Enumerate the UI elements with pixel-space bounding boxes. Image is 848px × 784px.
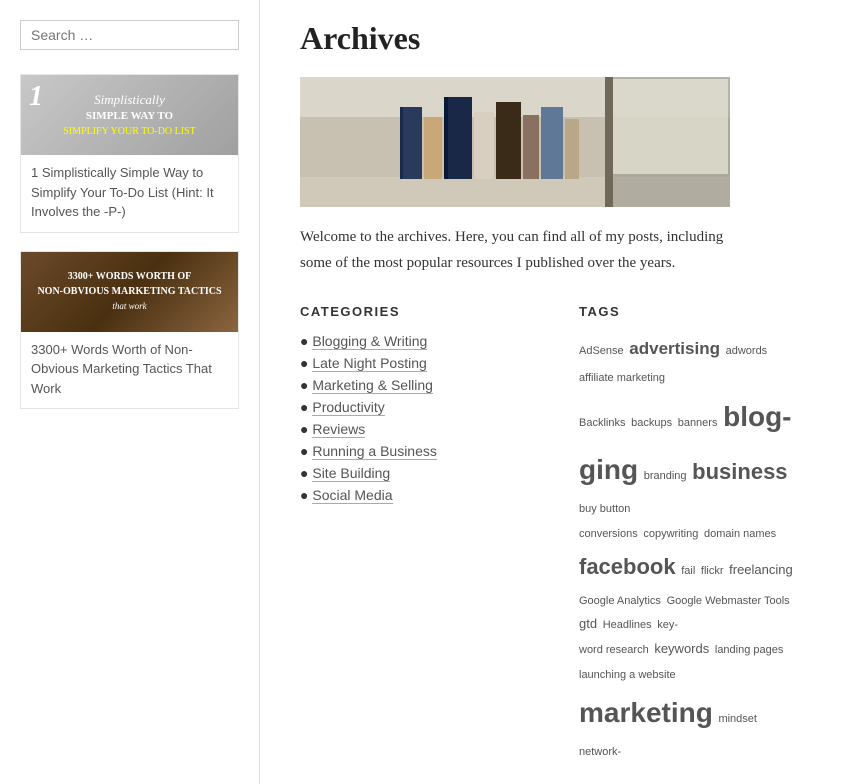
categories-heading: CATEGORIES bbox=[300, 304, 529, 319]
tag-branding[interactable]: branding bbox=[644, 470, 687, 482]
tag-banners[interactable]: banners bbox=[678, 417, 718, 429]
tag-launching[interactable]: launching a website bbox=[579, 669, 676, 681]
tag-business[interactable]: business bbox=[692, 459, 787, 484]
welcome-text: Welcome to the archives. Here, you can f… bbox=[300, 225, 730, 276]
tag-freelancing[interactable]: freelancing bbox=[729, 562, 793, 577]
post-card-2: 3300+ WORDS WORTH OF NON-OBVIOUS MARKETI… bbox=[20, 251, 239, 410]
list-item: Social Media bbox=[300, 487, 529, 503]
two-column-layout: CATEGORIES Blogging & Writing Late Night… bbox=[300, 304, 808, 764]
hero-books bbox=[300, 77, 730, 207]
list-item: Reviews bbox=[300, 421, 529, 437]
tag-mindset[interactable]: mindset bbox=[718, 713, 757, 725]
list-item: Marketing & Selling bbox=[300, 377, 529, 393]
category-link[interactable]: Late Night Posting bbox=[312, 355, 426, 372]
list-item: Blogging & Writing bbox=[300, 333, 529, 349]
tags-heading: TAGS bbox=[579, 304, 808, 319]
category-link[interactable]: Marketing & Selling bbox=[312, 377, 433, 394]
tag-backups[interactable]: backups bbox=[631, 417, 672, 429]
tag-marketing[interactable]: marketing bbox=[579, 697, 713, 728]
tag-copywriting[interactable]: copywriting bbox=[643, 528, 698, 540]
list-item: Running a Business bbox=[300, 443, 529, 459]
tag-gtd[interactable]: gtd bbox=[579, 616, 597, 631]
main-content: Archives bbox=[260, 0, 848, 784]
tag-headlines[interactable]: Headlines bbox=[603, 619, 652, 631]
search-input[interactable] bbox=[20, 20, 239, 50]
tag-fail[interactable]: fail bbox=[681, 565, 695, 577]
post-card-2-overlay: 3300+ WORDS WORTH OF NON-OBVIOUS MARKETI… bbox=[29, 261, 229, 322]
search-wrapper bbox=[20, 20, 239, 50]
tag-adwords[interactable]: adwords bbox=[726, 345, 768, 357]
tag-advertising[interactable]: advertising bbox=[629, 339, 720, 358]
tag-conversions[interactable]: conversions bbox=[579, 528, 638, 540]
tag-backlinks[interactable]: Backlinks bbox=[579, 417, 625, 429]
category-link[interactable]: Blogging & Writing bbox=[312, 333, 427, 350]
category-link[interactable]: Productivity bbox=[312, 399, 384, 416]
tag-google-analytics[interactable]: Google Analytics bbox=[579, 595, 661, 607]
tags-cloud: AdSense advertising adwords affiliate ma… bbox=[579, 333, 799, 764]
categories-section: CATEGORIES Blogging & Writing Late Night… bbox=[300, 304, 529, 764]
tag-google-webmaster[interactable]: Google Webmaster Tools bbox=[667, 595, 790, 607]
tag-keywords[interactable]: keywords bbox=[654, 641, 709, 656]
tag-adsense[interactable]: AdSense bbox=[579, 345, 624, 357]
sidebar: 1 Simplistically Simple WAY TO Simplify … bbox=[0, 0, 260, 784]
category-link[interactable]: Reviews bbox=[312, 421, 365, 438]
category-link[interactable]: Site Building bbox=[312, 465, 390, 482]
post-card-2-title[interactable]: 3300+ Words Worth of Non-Obvious Marketi… bbox=[21, 332, 238, 409]
post-card-2-link[interactable]: 3300+ Words Worth of Non-Obvious Marketi… bbox=[31, 342, 212, 396]
post-card-1-link[interactable]: 1 Simplistically Simple Way to Simplify … bbox=[31, 165, 214, 219]
post-card-1-title[interactable]: 1 Simplistically Simple Way to Simplify … bbox=[21, 155, 238, 232]
tag-network[interactable]: network- bbox=[579, 746, 621, 758]
hero-image bbox=[300, 77, 730, 207]
page-title: Archives bbox=[300, 20, 808, 57]
tag-landing-pages[interactable]: landing pages bbox=[715, 644, 784, 656]
categories-list: Blogging & Writing Late Night Posting Ma… bbox=[300, 333, 529, 503]
tags-section: TAGS AdSense advertising adwords affilia… bbox=[579, 304, 808, 764]
category-link[interactable]: Running a Business bbox=[312, 443, 437, 460]
list-item: Late Night Posting bbox=[300, 355, 529, 371]
tag-buy-button[interactable]: buy button bbox=[579, 503, 630, 515]
tag-facebook[interactable]: facebook bbox=[579, 554, 676, 579]
hero-books-svg bbox=[300, 77, 730, 207]
post-card-1: 1 Simplistically Simple WAY TO Simplify … bbox=[20, 74, 239, 233]
post-card-1-number: 1 bbox=[29, 81, 43, 113]
list-item: Site Building bbox=[300, 465, 529, 481]
tag-flickr[interactable]: flickr bbox=[701, 565, 724, 577]
list-item: Productivity bbox=[300, 399, 529, 415]
category-link[interactable]: Social Media bbox=[312, 487, 392, 504]
post-card-1-image: 1 Simplistically Simple WAY TO Simplify … bbox=[21, 75, 238, 155]
tag-domain-names[interactable]: domain names bbox=[704, 528, 776, 540]
post-card-2-image: 3300+ WORDS WORTH OF NON-OBVIOUS MARKETI… bbox=[21, 252, 238, 332]
post-card-1-overlay: Simplistically Simple WAY TO Simplify YO… bbox=[59, 87, 200, 143]
tag-affiliate[interactable]: affiliate marketing bbox=[579, 372, 665, 384]
